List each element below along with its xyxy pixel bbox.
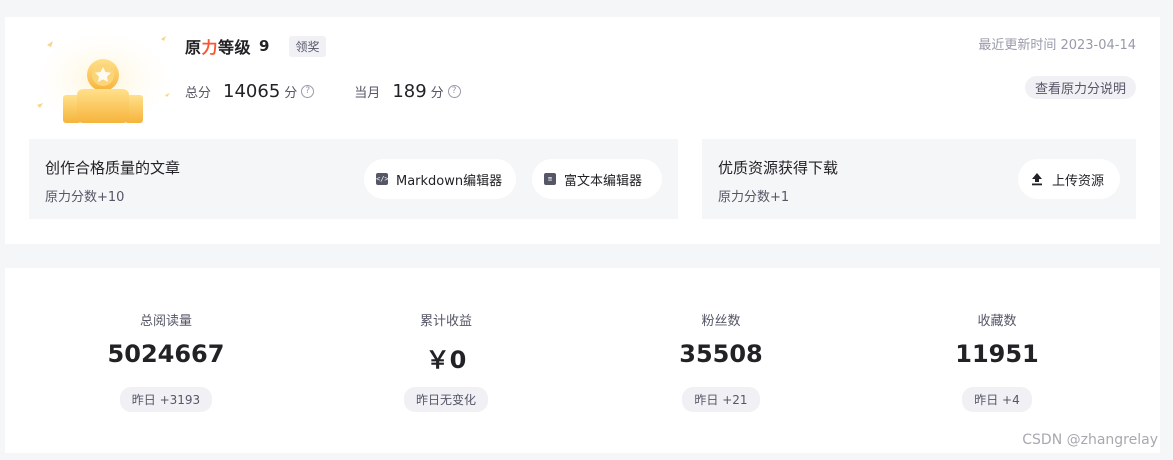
stat-value: ￥0 bbox=[425, 346, 467, 374]
task-reward: 原力分数+10 bbox=[45, 190, 125, 205]
help-icon[interactable]: ? bbox=[301, 85, 315, 98]
stats-card: 总阅读量 5024667 昨日 +3193 累计收益 ￥0 昨日无变化 粉丝数 … bbox=[5, 268, 1160, 453]
upload-resource-button[interactable]: 上传资源 bbox=[1018, 159, 1120, 199]
markdown-editor-label: Markdown编辑器 bbox=[396, 173, 503, 189]
stat-change-badge: 昨日无变化 bbox=[403, 387, 488, 412]
stat-value: 11951 bbox=[955, 340, 1039, 368]
score-row: 总分 14065 分 ? 当月 189 分 ? bbox=[185, 81, 461, 102]
upload-resource-task: 优质资源获得下载 原力分数+1 上传资源 bbox=[702, 139, 1136, 219]
force-level-card: 原力等级 9 领奖 总分 14065 分 ? 当月 189 分 ? 最近更新时间… bbox=[5, 17, 1160, 244]
upload-resource-label: 上传资源 bbox=[1052, 173, 1105, 189]
stat-change-badge: 昨日 +4 bbox=[962, 387, 1032, 412]
claim-reward-badge[interactable]: 领奖 bbox=[289, 35, 326, 57]
upload-icon bbox=[1032, 173, 1042, 186]
watermark: CSDN @zhangrelay bbox=[1022, 432, 1158, 448]
force-level-title: 原力等级 bbox=[185, 38, 252, 57]
explain-force-score-button[interactable]: 查看原力分说明 bbox=[1024, 76, 1136, 99]
stat-label: 总阅读量 bbox=[139, 314, 192, 329]
stat-change-badge: 昨日 +3193 bbox=[119, 387, 213, 412]
task-reward: 原力分数+1 bbox=[718, 190, 790, 205]
write-article-task: 创作合格质量的文章 原力分数+10 </> Markdown编辑器 ≡ 富文本编… bbox=[29, 139, 678, 219]
total-score-label: 总分 bbox=[185, 86, 212, 101]
month-score-value: 189 bbox=[392, 81, 427, 102]
medal-badge-icon bbox=[33, 25, 173, 125]
month-score-label: 当月 bbox=[354, 86, 381, 101]
stat-change-badge: 昨日 +21 bbox=[682, 387, 760, 412]
stat-label: 粉丝数 bbox=[701, 314, 741, 329]
last-update-time: 最近更新时间 2023-04-14 bbox=[978, 38, 1136, 53]
task-title: 创作合格质量的文章 bbox=[45, 159, 181, 177]
stat-label: 累计收益 bbox=[419, 314, 472, 329]
document-edit-icon: ≡ bbox=[544, 173, 556, 185]
month-score-unit: 分 bbox=[430, 86, 444, 101]
task-title: 优质资源获得下载 bbox=[718, 159, 839, 177]
markdown-editor-button[interactable]: </> Markdown编辑器 bbox=[364, 159, 516, 199]
stat-value: 5024667 bbox=[107, 340, 225, 368]
stat-label: 收藏数 bbox=[977, 314, 1017, 329]
total-score-unit: 分 bbox=[284, 86, 298, 101]
code-icon: </> bbox=[376, 173, 389, 185]
stat-value: 35508 bbox=[679, 340, 763, 368]
total-score-value: 14065 bbox=[223, 81, 281, 102]
richtext-editor-label: 富文本编辑器 bbox=[564, 173, 643, 189]
level-value: 9 bbox=[259, 37, 270, 55]
help-icon[interactable]: ? bbox=[447, 85, 461, 98]
richtext-editor-button[interactable]: ≡ 富文本编辑器 bbox=[532, 159, 662, 199]
level-row: 原力等级 9 领奖 bbox=[185, 35, 326, 57]
